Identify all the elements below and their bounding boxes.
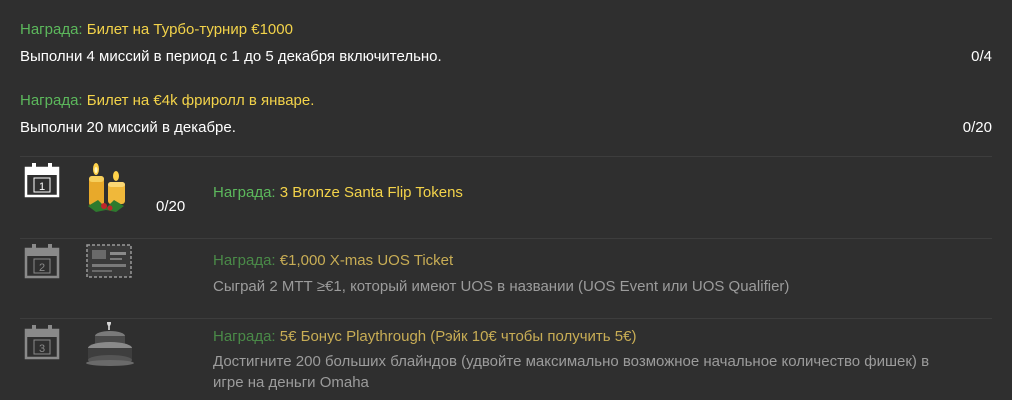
calendar-icon: 1 xyxy=(24,162,60,198)
reward-progress: 0/4 xyxy=(971,48,992,65)
candles-icon xyxy=(86,162,134,212)
reward-label: Награда: xyxy=(213,328,276,345)
reward-label: Награда: xyxy=(213,252,276,269)
mission-description: Достигните 200 больших блайндов (удвойте… xyxy=(213,353,930,391)
reward-prize: Билет на €4k фриролл в январе. xyxy=(86,92,315,109)
divider xyxy=(20,318,992,319)
divider xyxy=(20,156,992,157)
mission-progress: 0/20 xyxy=(156,198,186,215)
reward-header-1: Награда: Билет на Турбо-турнир €1000 xyxy=(20,21,293,39)
mission-prize: 3 Bronze Santa Flip Tokens xyxy=(279,184,463,201)
divider xyxy=(20,238,992,239)
cake-icon xyxy=(86,322,134,370)
mission-description: Сыграй 2 МТТ ≥€1, который имеют UOS в на… xyxy=(213,278,790,295)
mission-text-1: Награда: 3 Bronze Santa Flip Tokens xyxy=(213,184,992,202)
mission-text-2: Награда: €1,000 X-mas UOS Ticket Сыграй … xyxy=(213,252,992,297)
calendar-day: 3 xyxy=(39,343,45,355)
reward-description: Выполни 4 миссий в период с 1 до 5 декаб… xyxy=(20,48,442,65)
calendar-icon: 2 xyxy=(24,243,60,279)
reward-description: Выполни 20 миссий в декабре. xyxy=(20,119,236,136)
mission-text-3: Награда: 5€ Бонус Playthrough (Рэйк 10€ … xyxy=(213,328,992,393)
mission-header: Награда: 3 Bronze Santa Flip Tokens xyxy=(213,184,992,202)
reward-block-2: Награда: Билет на €4k фриролл в январе. … xyxy=(20,92,992,136)
reward-block-1: Награда: Билет на Турбо-турнир €1000 Вып… xyxy=(20,21,992,65)
mission-header: Награда: 5€ Бонус Playthrough (Рэйк 10€ … xyxy=(213,328,992,346)
mission-prize: 5€ Бонус Playthrough (Рэйк 10€ чтобы пол… xyxy=(279,328,637,345)
reward-prize: Билет на Турбо-турнир €1000 xyxy=(86,21,293,38)
mission-prize: €1,000 X-mas UOS Ticket xyxy=(279,252,454,269)
ticket-icon xyxy=(86,244,134,292)
calendar-icon: 3 xyxy=(24,324,60,360)
calendar-day: 2 xyxy=(39,262,45,274)
reward-header-2: Награда: Билет на €4k фриролл в январе. xyxy=(20,92,314,110)
reward-label: Награда: xyxy=(20,92,83,109)
reward-label: Награда: xyxy=(20,21,83,38)
calendar-day: 1 xyxy=(39,181,45,193)
reward-progress: 0/20 xyxy=(962,119,992,136)
reward-label: Награда: xyxy=(213,184,276,201)
mission-header: Награда: €1,000 X-mas UOS Ticket xyxy=(213,252,992,270)
